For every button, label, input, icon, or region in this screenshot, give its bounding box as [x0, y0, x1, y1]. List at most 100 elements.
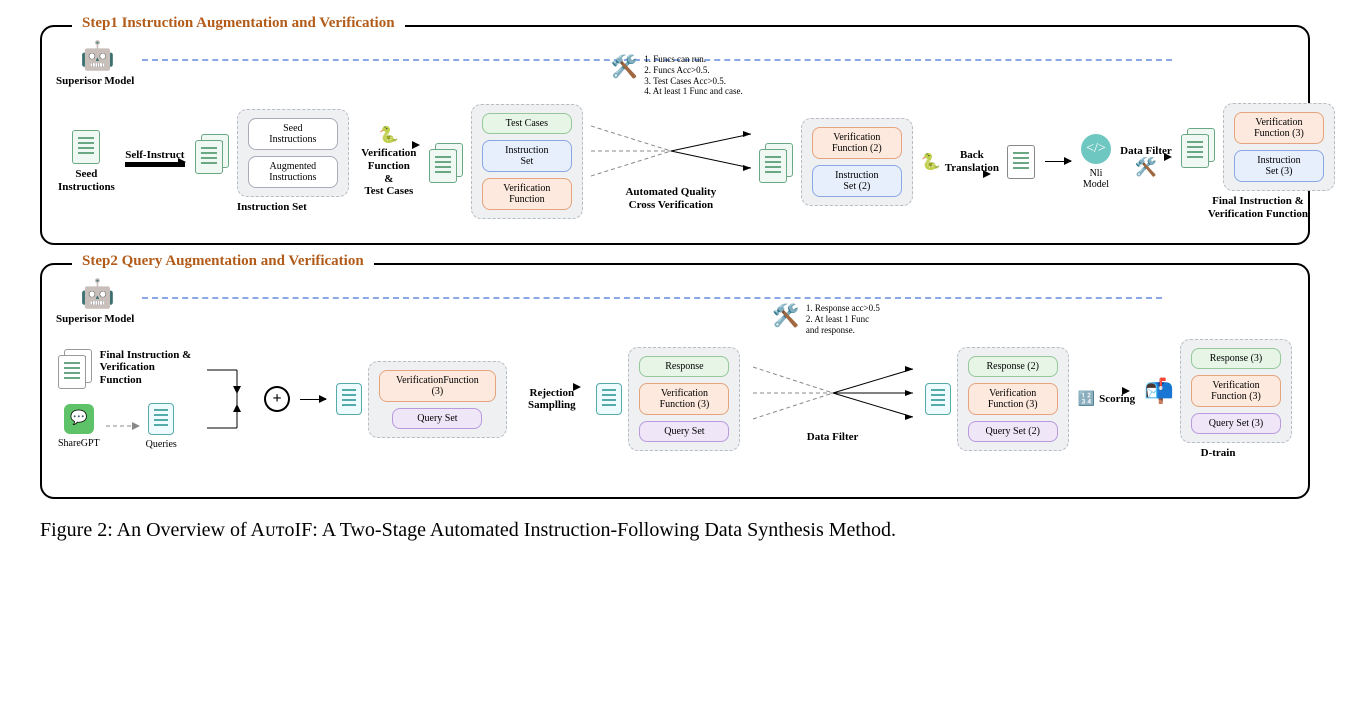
document-stack-icon [1181, 128, 1217, 166]
document-stack-icon [58, 349, 94, 387]
pill-vf2: Verification Function (2) [812, 127, 902, 159]
pill-seed-instructions: Seed Instructions [248, 118, 338, 150]
clipboard-icon [925, 383, 951, 415]
rejection-sampling-label: Rejection Samplling [528, 387, 576, 412]
vf3-query-pile: VerificationFunction (3) Query Set [368, 361, 507, 438]
pill-vf3d: Verification Function (3) [1191, 375, 1281, 407]
dtrain-label: D-train [1201, 447, 1236, 460]
dtrain-block: Response (3) Verification Function (3) Q… [1144, 339, 1292, 460]
checker-icon: 🛠️ [611, 54, 638, 80]
pill-vf3c: Verification Function (3) [968, 383, 1058, 415]
document-icon [72, 130, 100, 164]
final-block: Verification Function (3) Instruction Se… [1181, 103, 1335, 220]
document-icon [1007, 145, 1035, 179]
final-pile: Verification Function (3) Instruction Se… [1223, 103, 1335, 191]
checker-icon: 🛠️ [772, 303, 799, 329]
vf3-query-block: VerificationFunction (3) Query Set [336, 361, 507, 438]
resp-vf-q-pile: Response Verification Function (3) Query… [628, 347, 740, 451]
tc-is-vf-pile: Test Cases Instruction Set Verification … [471, 104, 583, 219]
vf-tc-label: Verification Function & Test Cases [361, 147, 416, 198]
instruction-set-block: Seed Instructions Augmented Instructions… [195, 109, 349, 214]
back-translation-doc [1007, 145, 1035, 179]
figure-caption: Figure 2: An Overview of AᴜᴛᴏIF: A Two-S… [40, 517, 1310, 543]
nli-model-block: </> Nli Model [1081, 134, 1111, 190]
step1-box: Step1 Instruction Augmentation and Verif… [40, 25, 1310, 245]
fan-lines-icon [753, 355, 913, 431]
resp2-block: Response (2) Verification Function (3) Q… [925, 347, 1069, 451]
final-label: Final Instruction & Verification Functio… [1208, 195, 1308, 220]
scoring-block: 🔢 Scoring [1077, 391, 1136, 408]
pill-query-set-b: Query Set [639, 421, 729, 442]
fan-lines-icon [591, 116, 751, 186]
mail-icon [1144, 377, 1174, 406]
arrow-icon [300, 399, 326, 400]
data-filter-label: Data Filter [807, 431, 859, 444]
resp2-pile: Response (2) Verification Function (3) Q… [957, 347, 1069, 451]
pill-query-set3: Query Set (3) [1191, 413, 1281, 434]
step2-box: Step2 Query Augmentation and Verificatio… [40, 263, 1310, 499]
step2-title: Step2 Query Augmentation and Verificatio… [72, 253, 374, 270]
pill-query-set2: Query Set (2) [968, 421, 1058, 442]
rule-3: 3. Test Cases Acc>0.5. [644, 76, 742, 87]
final-ivf-label: Final Instruction & Verification Functio… [100, 349, 199, 387]
pill-augmented-instructions: Augmented Instructions [248, 156, 338, 188]
sharegpt-label: ShareGPT [58, 438, 100, 449]
superior-model-label: Superisor Model [56, 75, 134, 88]
arrow-icon [1045, 161, 1071, 162]
pill-vf3b: Verification Function (3) [639, 383, 729, 415]
scoring-label: Scoring [1099, 393, 1135, 406]
python-icon [921, 152, 941, 172]
checker-icon: 🛠️ [1135, 157, 1157, 178]
final-ivf-input: Final Instruction & Verification Functio… [58, 349, 199, 387]
data-filter-block: Data Filter 🛠️ [1119, 145, 1173, 179]
resp-vf-q-block: Response Verification Function (3) Query… [596, 347, 740, 451]
dtrain-pile: Response (3) Verification Function (3) Q… [1180, 339, 1292, 443]
pill-query-set: Query Set [392, 408, 482, 429]
merge-lines-icon [207, 354, 257, 444]
inputs-column: Final Instruction & Verification Functio… [58, 349, 199, 450]
document-stack-icon [195, 134, 231, 172]
rejection-sampling-block: Rejection Samplling [515, 387, 588, 412]
data-filter-block: 🛠️ 1. Response acc>0.5 2. At least 1 Fun… [748, 355, 916, 444]
document-stack-icon [759, 143, 795, 181]
scoring-icon: 🔢 [1078, 391, 1095, 408]
pill-response: Response [639, 356, 729, 377]
pill-verification-function: Verification Function [482, 178, 572, 210]
queries-label: Queries [146, 439, 177, 450]
seed-instructions: Seed Instructions [58, 130, 115, 193]
quality-check-block: 🛠️ 1. Funcs can run. 2. Funcs Acc>0.5. 3… [591, 112, 751, 211]
rules-list: 1. Funcs can run. 2. Funcs Acc>0.5. 3. T… [644, 54, 742, 97]
superior-model-1: Superisor Model [56, 41, 134, 88]
back-translation-block: Back Translation [921, 149, 999, 174]
dashed-arrow-icon [106, 419, 140, 433]
pill-vf3: VerificationFunction (3) [379, 370, 496, 402]
rule-1: 1. Response acc>0.5 [806, 303, 880, 314]
step1-title: Step1 Instruction Augmentation and Verif… [72, 15, 405, 32]
sharegpt-icon: 💬 [64, 404, 94, 434]
rule-2: 2. At least 1 Func and response. [806, 314, 880, 336]
tc-is-vf-block: Test Cases Instruction Set Verification … [429, 104, 583, 219]
automated-quality-label: Automated Quality Cross Verification [625, 186, 716, 211]
step1-flow: Seed Instructions Self-Instruct Seed Ins… [58, 103, 1292, 220]
instruction-set-pile: Seed Instructions Augmented Instructions [237, 109, 349, 197]
nli-model-label: Nli Model [1081, 168, 1111, 190]
pill-response2: Response (2) [968, 356, 1058, 377]
rule-1: 1. Funcs can run. [644, 54, 742, 65]
python-icon [379, 125, 399, 145]
robot-icon [78, 41, 112, 75]
pill-response3: Response (3) [1191, 348, 1281, 369]
dashed-guideline-2 [142, 297, 1162, 299]
rule-2: 2. Funcs Acc>0.5. [644, 65, 742, 76]
clipboard-icon [148, 403, 174, 435]
pill-is3: Instruction Set (3) [1234, 150, 1324, 182]
plus-icon: + [264, 386, 290, 412]
pill-instruction-set: Instruction Set [482, 140, 572, 172]
pill-test-cases: Test Cases [482, 113, 572, 134]
robot-icon [78, 279, 112, 313]
seed-instructions-label: Seed Instructions [58, 168, 115, 193]
vf2-is2-pile: Verification Function (2) Instruction Se… [801, 118, 913, 206]
nli-robot-icon: </> [1081, 134, 1111, 164]
document-stack-icon [429, 143, 465, 181]
rules-list-2: 1. Response acc>0.5 2. At least 1 Func a… [806, 303, 880, 335]
instruction-set-label: Instruction Set [237, 201, 307, 214]
